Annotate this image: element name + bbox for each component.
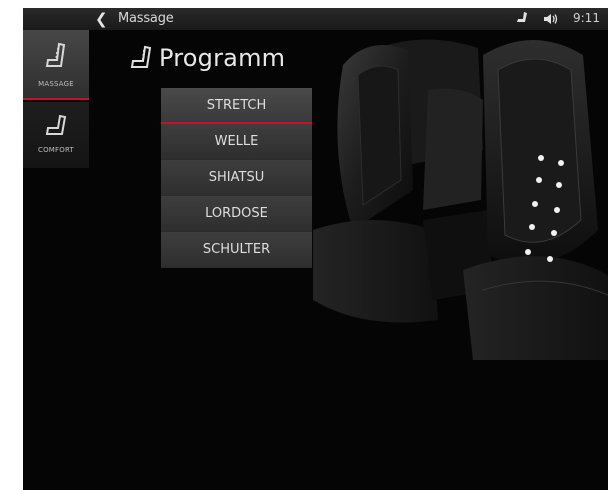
massage-point — [532, 201, 538, 207]
comfort-seat-icon — [45, 114, 67, 135]
massage-point — [529, 224, 535, 230]
infotainment-screen: ❮ Massage 9:11 MASSAGE COMFORT Programm … — [23, 8, 608, 490]
status-bar: ❮ Massage 9:11 — [23, 8, 608, 30]
sidebar-tab-label: MASSAGE — [38, 80, 74, 88]
sidebar-tab-label: COMFORT — [37, 146, 74, 154]
sidebar-tab-massage[interactable]: MASSAGE — [23, 30, 89, 100]
seat-illustration — [313, 39, 608, 360]
massage-point — [547, 256, 553, 262]
massage-point — [536, 177, 542, 183]
massage-seat-icon — [130, 45, 152, 68]
massage-point — [525, 249, 531, 255]
menu-item-welle[interactable]: WELLE — [161, 124, 312, 160]
status-title: Massage — [118, 11, 174, 26]
menu-item-lordose[interactable]: LORDOSE — [161, 196, 312, 232]
massage-seat-icon — [45, 42, 66, 67]
seat-icon — [517, 12, 527, 22]
clock: 9:11 — [573, 11, 600, 25]
massage-point — [556, 182, 562, 188]
massage-point — [554, 207, 560, 213]
sidebar-tab-comfort[interactable]: COMFORT — [23, 102, 89, 168]
active-indicator — [23, 98, 89, 100]
page-title: Programm — [159, 44, 286, 72]
massage-point — [551, 230, 557, 236]
massage-point — [558, 160, 564, 166]
program-menu: STRETCH WELLE SHIATSU LORDOSE SCHULTER — [161, 88, 312, 268]
speaker-icon — [544, 14, 558, 24]
menu-item-shiatsu[interactable]: SHIATSU — [161, 160, 312, 196]
massage-point — [538, 155, 544, 161]
menu-item-schulter[interactable]: SCHULTER — [161, 232, 312, 268]
chevron-left-icon[interactable]: ❮ — [95, 10, 108, 28]
menu-item-stretch[interactable]: STRETCH — [161, 88, 312, 124]
